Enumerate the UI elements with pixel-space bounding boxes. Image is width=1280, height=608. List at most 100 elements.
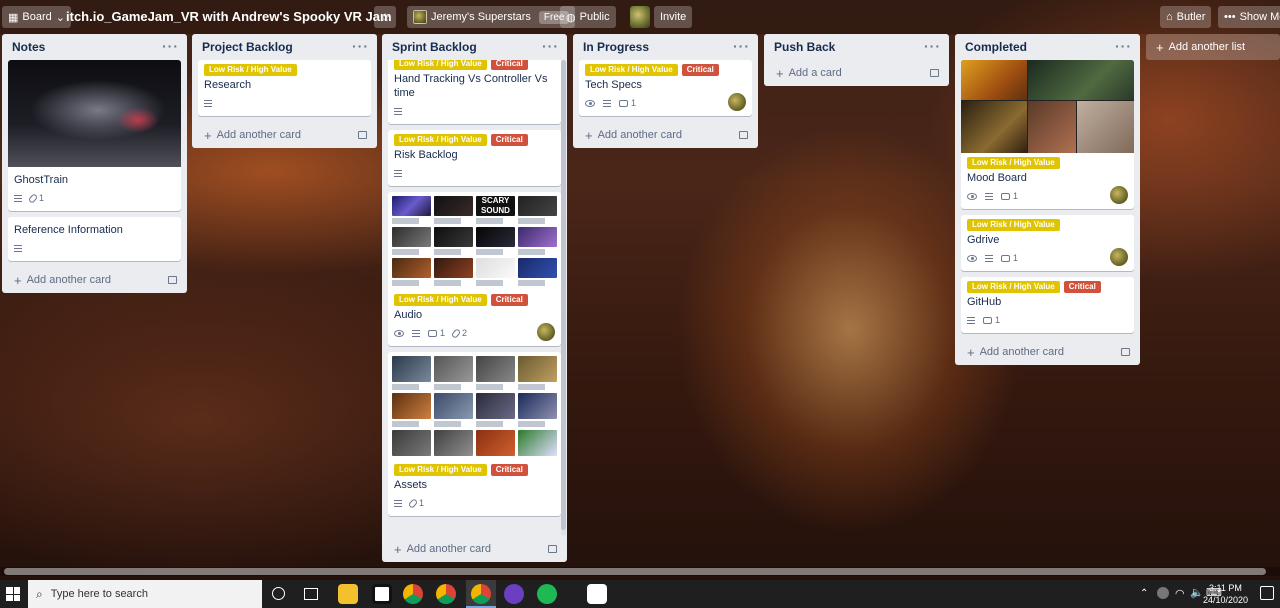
add-card-label: Add another card [979,346,1064,358]
list-notes: Notes ··· GhostTrain 1 Reference Informa… [2,34,187,293]
card-mood-board[interactable]: Low Risk / High Value Mood Board 1 [961,60,1134,209]
board-horizontal-scrollbar[interactable] [0,567,1280,576]
comment-count: 1 [631,98,637,108]
list-menu-icon[interactable]: ··· [733,38,750,54]
add-card-button[interactable]: + Add a card [764,60,949,86]
card-title: Mood Board [967,172,1027,184]
list-title[interactable]: In Progress ··· [573,34,758,60]
template-icon[interactable] [358,131,367,139]
card-reference-information[interactable]: Reference Information [8,217,181,261]
comment-icon [983,316,992,324]
card-risk-backlog[interactable]: Low Risk / High Value Critical Risk Backl… [388,130,561,186]
cortana-icon[interactable] [272,587,285,600]
list-title[interactable]: Notes ··· [2,34,187,60]
list-menu-icon[interactable]: ··· [162,38,179,54]
label-critical: Critical [490,464,528,476]
more-icon: ••• [1224,11,1236,23]
list-title[interactable]: Sprint Backlog ··· [382,34,567,60]
scrollbar-thumb[interactable] [4,568,1266,575]
board-menu-button[interactable]: ▦ Board ⌄ [2,6,71,28]
chrome-profile-icon[interactable] [436,584,456,604]
comment-count: 1 [995,315,1001,325]
card-ghosttrain[interactable]: GhostTrain 1 [8,60,181,211]
unity-icon[interactable] [587,584,607,604]
comment-icon [428,329,437,337]
template-icon[interactable] [739,131,748,139]
list-sprint-backlog: Sprint Backlog ··· Low Risk / High Value… [382,34,567,562]
show-menu-button[interactable]: ••• Show Me [1218,6,1280,28]
butler-icon: ⌂ [1166,11,1173,23]
list-title[interactable]: Project Backlog ··· [192,34,377,60]
add-list-button[interactable]: + Add another list [1146,34,1280,60]
member-avatar[interactable] [1110,186,1128,204]
team-button[interactable]: Jeremy's Superstars Free [407,6,576,28]
scary-sound-thumb: SCARY SOUND [476,196,515,216]
chevron-down-icon: ⌄ [55,11,65,24]
member-avatar[interactable] [537,323,555,341]
card-hand-tracking[interactable]: Low Risk / High Value Critical Hand Track… [388,60,561,124]
taskbar-search-input[interactable]: ⌕ Type here to search [28,580,262,608]
star-button[interactable]: ☆ [374,6,396,28]
network-icon[interactable]: ◠ [1175,587,1185,600]
watch-icon [585,99,595,107]
card-tech-specs[interactable]: Low Risk / High Value Critical Tech Specs… [579,60,752,116]
list-menu-icon[interactable]: ··· [352,38,369,54]
card-gdrive[interactable]: Low Risk / High Value Gdrive 1 [961,215,1134,271]
butler-button[interactable]: ⌂ Butler [1160,6,1212,28]
invite-button[interactable]: Invite [654,6,693,28]
template-icon[interactable] [168,276,177,284]
label-critical: Critical [490,134,528,146]
label-low-risk: Low Risk / High Value [204,64,297,76]
member-avatar[interactable] [630,6,650,28]
plus-icon: + [967,344,975,360]
description-icon [204,99,212,107]
list-title[interactable]: Completed ··· [955,34,1140,60]
list-cards-scroll[interactable]: Low Risk / High Value Critical Hand Track… [382,60,567,536]
list-menu-icon[interactable]: ··· [1115,38,1132,54]
member-avatar[interactable] [1110,248,1128,266]
watch-icon [394,329,404,337]
file-explorer-icon[interactable] [338,584,358,604]
add-card-button[interactable]: + Add another card [2,267,187,293]
list-title-text: Completed [965,40,1028,54]
chrome-icon[interactable] [403,584,423,604]
notifications-icon[interactable] [1260,586,1274,600]
card-cover-image [8,60,181,167]
chrome-active-icon[interactable] [466,580,496,608]
description-icon [14,244,22,252]
card-github[interactable]: Low Risk / High Value Critical GitHub 1 [961,277,1134,333]
taskbar-clock[interactable]: 3:11 PM 24/10/2020 [1203,582,1248,606]
spotify-icon[interactable] [537,584,557,604]
visibility-label: Public [579,11,610,23]
member-avatar[interactable] [728,93,746,111]
volume-icon[interactable]: 🔈 [1190,586,1204,599]
globe-icon: ◍ [566,11,576,24]
visibility-button[interactable]: ◍ Public [560,6,616,28]
label-low-risk: Low Risk / High Value [967,281,1060,293]
windows-start-icon[interactable] [6,587,20,601]
app-icon[interactable] [504,584,524,604]
plus-icon: + [204,127,212,143]
list-menu-icon[interactable]: ··· [924,38,941,54]
tray-chevron-icon[interactable]: ⌃ [1140,588,1148,599]
card-audio[interactable]: SCARY SOUND Low Risk / High Value Critica… [388,192,561,346]
add-card-button[interactable]: + Add another card [573,122,758,148]
label-low-risk: Low Risk / High Value [967,157,1060,169]
tray-app-icon[interactable] [1157,587,1169,599]
add-card-button[interactable]: + Add another card [382,536,567,562]
template-icon[interactable] [1121,348,1130,356]
list-scrollbar[interactable] [561,60,566,536]
search-icon: ⌕ [36,586,43,601]
add-card-button[interactable]: + Add another card [192,122,377,148]
store-icon[interactable] [372,584,392,604]
card-research[interactable]: Low Risk / High Value Research [198,60,371,116]
template-icon[interactable] [548,545,557,553]
add-card-button[interactable]: + Add another card [955,339,1140,365]
template-icon[interactable] [930,69,939,77]
board-title[interactable]: itch.io_GameJam_VR with Andrew's Spooky … [66,9,392,24]
card-assets[interactable]: Low Risk / High Value Critical Assets 1 [388,352,561,516]
list-menu-icon[interactable]: ··· [542,38,559,54]
clock-date: 24/10/2020 [1202,595,1248,605]
task-view-icon[interactable] [304,588,318,600]
list-title[interactable]: Push Back ··· [764,34,949,60]
